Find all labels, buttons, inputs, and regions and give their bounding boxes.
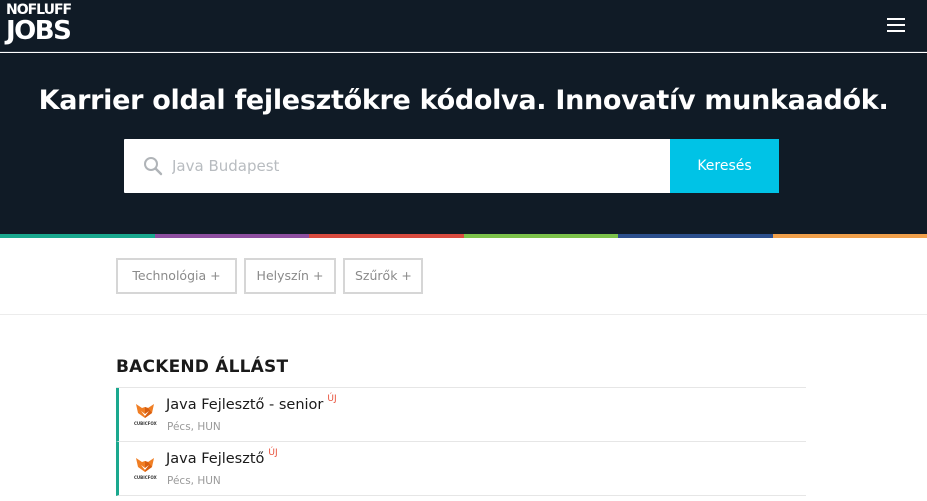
job-title-text: Java Fejlesztő - senior bbox=[166, 397, 324, 413]
hamburger-icon-bar bbox=[887, 30, 905, 32]
color-stripe bbox=[0, 234, 927, 238]
hamburger-icon bbox=[887, 18, 905, 20]
search-input[interactable] bbox=[172, 139, 662, 193]
search-box[interactable] bbox=[124, 139, 670, 193]
logo-top-text: NOFLUFF bbox=[6, 2, 72, 18]
job-title[interactable]: Java Fejlesztő - senior ÚJ bbox=[166, 394, 337, 413]
job-list-item[interactable]: CUBICFOX Java Fejlesztő - senior ÚJ Pécs,… bbox=[116, 388, 806, 442]
job-title[interactable]: Java Fejlesztő ÚJ bbox=[166, 448, 278, 467]
filter-technology-button[interactable]: Technológia + bbox=[116, 258, 237, 294]
fox-icon bbox=[136, 404, 154, 418]
stripe-segment bbox=[0, 234, 155, 238]
stripe-segment bbox=[154, 234, 309, 238]
company-logo-text: CUBICFOX bbox=[134, 421, 157, 426]
filter-location-button[interactable]: Helyszín + bbox=[244, 258, 336, 294]
filter-divider bbox=[0, 314, 927, 315]
job-location: Pécs, HUN bbox=[167, 475, 221, 487]
stripe-segment bbox=[309, 234, 464, 238]
stripe-segment bbox=[463, 234, 618, 238]
stripe-segment bbox=[618, 234, 773, 238]
company-logo: CUBICFOX bbox=[134, 402, 157, 428]
search-icon bbox=[144, 157, 163, 176]
section-title: BACKEND ÁLLÁST bbox=[116, 357, 289, 377]
job-list-item[interactable]: CUBICFOX Java Fejlesztő ÚJ Pécs, HUN bbox=[116, 442, 806, 496]
fox-icon bbox=[136, 458, 154, 472]
filter-more-button[interactable]: Szűrők + bbox=[343, 258, 423, 294]
top-navbar: NOFLUFF JOBS bbox=[0, 0, 927, 52]
logo-bottom-text: JOBS bbox=[6, 16, 72, 46]
new-badge: ÚJ bbox=[327, 394, 337, 404]
search-button[interactable]: Keresés bbox=[670, 139, 779, 193]
job-title-text: Java Fejlesztő bbox=[166, 451, 265, 467]
company-logo: CUBICFOX bbox=[134, 456, 157, 482]
nofluffjobs-logo[interactable]: NOFLUFF JOBS bbox=[6, 3, 90, 47]
new-badge: ÚJ bbox=[268, 448, 278, 458]
company-logo-text: CUBICFOX bbox=[134, 475, 157, 480]
hamburger-icon-bar bbox=[887, 24, 905, 26]
stripe-segment bbox=[772, 234, 927, 238]
hamburger-menu-button[interactable] bbox=[885, 14, 909, 36]
hero-title: Karrier oldal fejlesztőkre kódolva. Inno… bbox=[38, 85, 889, 116]
job-location: Pécs, HUN bbox=[167, 421, 221, 433]
hero-section: Karrier oldal fejlesztőkre kódolva. Inno… bbox=[0, 53, 927, 234]
